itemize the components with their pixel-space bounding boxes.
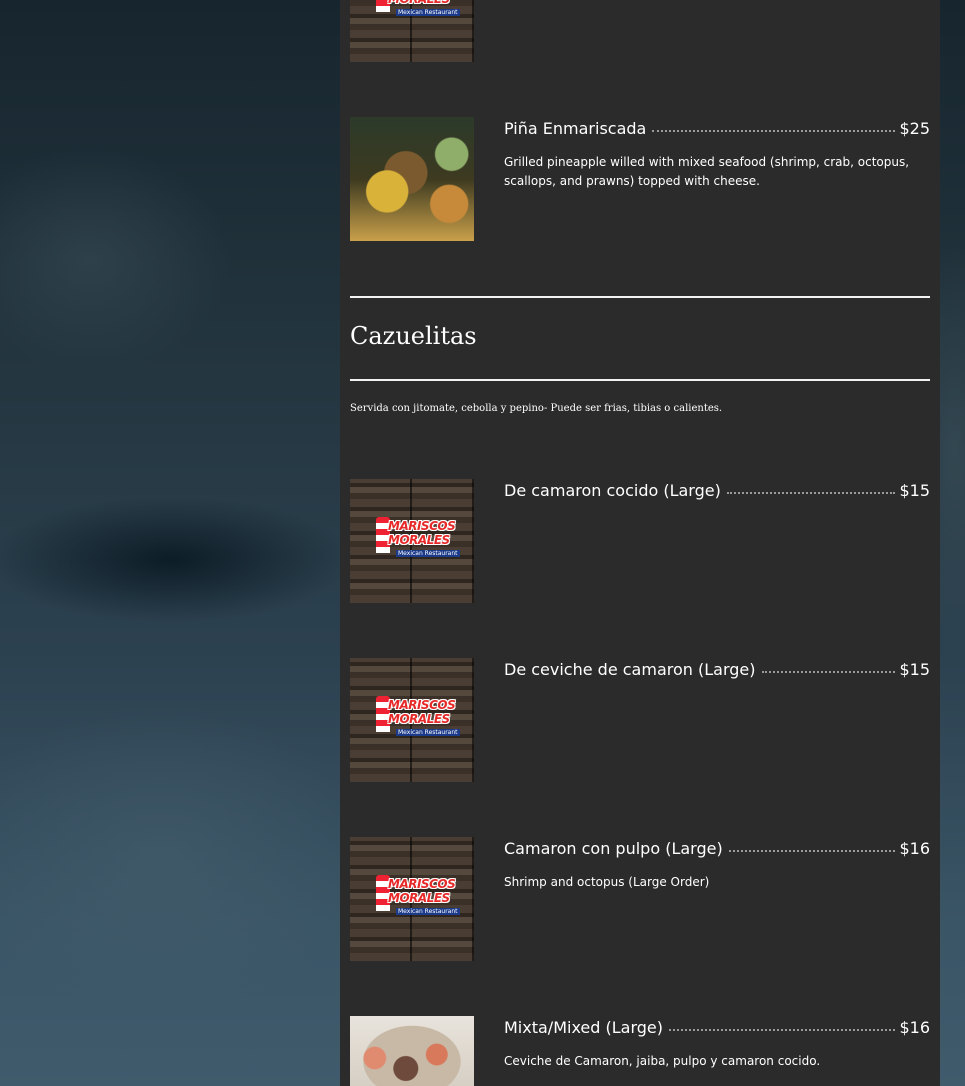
item-price: $16 xyxy=(899,839,930,858)
item-image[interactable] xyxy=(350,117,474,241)
item-image[interactable]: MARISCOS MORALES Mexican Restaurant xyxy=(350,0,474,62)
wood-logo-image: MARISCOS MORALES Mexican Restaurant xyxy=(350,658,474,782)
item-description: Ceviche de Camaron, jaiba, pulpo y camar… xyxy=(504,1054,821,1068)
restaurant-logo: MARISCOS MORALES Mexican Restaurant xyxy=(372,517,460,561)
item-title-row: Camaron con pulpo (Large) $16 xyxy=(504,839,930,861)
logo-text: MARISCOS xyxy=(388,519,456,533)
logo-text: MORALES xyxy=(388,0,450,6)
section-subtitle: Servida con jitomate, cebolla y pepino- … xyxy=(350,403,723,414)
restaurant-logo: MARISCOS MORALES Mexican Restaurant xyxy=(372,696,460,740)
logo-text: MORALES xyxy=(388,891,450,905)
item-title-row: De ceviche de camaron (Large) $15 xyxy=(504,660,930,682)
item-name: Mixta/Mixed (Large) xyxy=(504,1018,663,1037)
wood-logo-image: MARISCOS MORALES Mexican Restaurant xyxy=(350,0,474,62)
logo-text: MARISCOS xyxy=(388,877,456,891)
dot-leader xyxy=(726,492,896,494)
item-title-row: Mixta/Mixed (Large) $16 xyxy=(504,1018,930,1040)
logo-tagline: Mexican Restaurant xyxy=(396,729,460,736)
item-price: $15 xyxy=(899,481,930,500)
logo-tagline: Mexican Restaurant xyxy=(396,908,460,915)
item-price: $15 xyxy=(899,660,930,679)
wood-logo-image: MARISCOS MORALES Mexican Restaurant xyxy=(350,837,474,961)
section-title: Cazuelitas xyxy=(350,322,477,350)
restaurant-logo: MARISCOS MORALES Mexican Restaurant xyxy=(372,875,460,919)
logo-tagline: Mexican Restaurant xyxy=(396,550,460,557)
section-divider xyxy=(350,379,930,381)
pina-photo xyxy=(350,117,474,241)
item-description: Shrimp and octopus (Large Order) xyxy=(504,875,710,889)
dot-leader xyxy=(761,671,896,673)
dot-leader xyxy=(728,850,896,852)
section-divider xyxy=(350,296,930,298)
logo-tagline: Mexican Restaurant xyxy=(396,9,460,16)
item-title-row: De camaron cocido (Large) $15 xyxy=(504,481,930,503)
mixta-photo xyxy=(350,1016,474,1086)
logo-text: MORALES xyxy=(388,533,450,547)
item-image[interactable]: MARISCOS MORALES Mexican Restaurant xyxy=(350,479,474,603)
logo-text: MARISCOS xyxy=(388,698,456,712)
item-price: $16 xyxy=(899,1018,930,1037)
restaurant-logo: MARISCOS MORALES Mexican Restaurant xyxy=(372,0,460,20)
menu-content: MARISCOS MORALES Mexican Restaurant Piña… xyxy=(350,0,930,1086)
item-image[interactable]: MARISCOS MORALES Mexican Restaurant xyxy=(350,658,474,782)
dot-leader xyxy=(652,130,896,132)
item-image[interactable]: MARISCOS MORALES Mexican Restaurant xyxy=(350,837,474,961)
item-name: De camaron cocido (Large) xyxy=(504,481,721,500)
item-name: Camaron con pulpo (Large) xyxy=(504,839,723,858)
item-description: Grilled pineapple willed with mixed seaf… xyxy=(504,155,910,188)
logo-text: MORALES xyxy=(388,712,450,726)
item-name: De ceviche de camaron (Large) xyxy=(504,660,756,679)
item-image[interactable] xyxy=(350,1016,474,1086)
item-name: Piña Enmariscada xyxy=(504,119,647,138)
item-price: $25 xyxy=(899,119,930,138)
wood-logo-image: MARISCOS MORALES Mexican Restaurant xyxy=(350,479,474,603)
item-title-row: Piña Enmariscada $25 xyxy=(504,119,930,141)
dot-leader xyxy=(669,1029,896,1031)
